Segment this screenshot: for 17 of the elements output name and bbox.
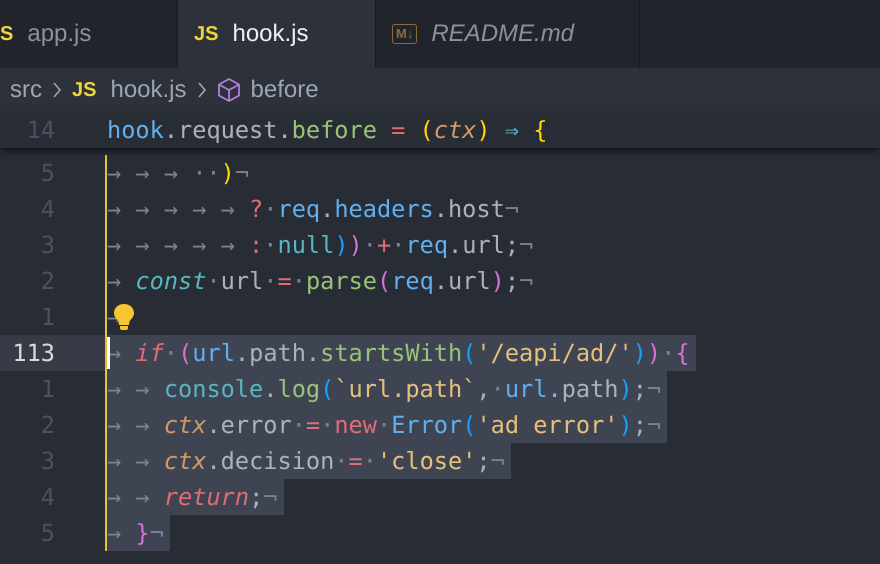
file-type-icon: S xyxy=(0,22,14,46)
chevron-right-icon xyxy=(196,81,207,99)
code-line: → const·url·=·parse(req.url);¬ xyxy=(107,266,534,297)
code-line: hook.request.before = (ctx) ⇒ { xyxy=(107,115,548,146)
file-type-icon: JS xyxy=(194,22,218,46)
code-line: → → → → → ?·req.headers.host¬ xyxy=(107,194,520,225)
editor-tab[interactable]: JS hook.js xyxy=(178,0,376,68)
breadcrumb-item[interactable]: before xyxy=(216,76,319,104)
cube-icon xyxy=(216,77,241,103)
line-number: 113 xyxy=(0,335,107,371)
code-line: → → → → → :·null))·+·req.url;¬ xyxy=(107,230,534,261)
file-type-icon: M↓ xyxy=(392,24,418,44)
chevron-right-icon xyxy=(52,81,62,99)
breadcrumb-item[interactable]: JS hook.js xyxy=(72,76,187,104)
breadcrumb-item[interactable]: src xyxy=(10,76,42,104)
text-cursor xyxy=(107,337,110,369)
code-line: → → → ··)¬ xyxy=(107,158,250,189)
